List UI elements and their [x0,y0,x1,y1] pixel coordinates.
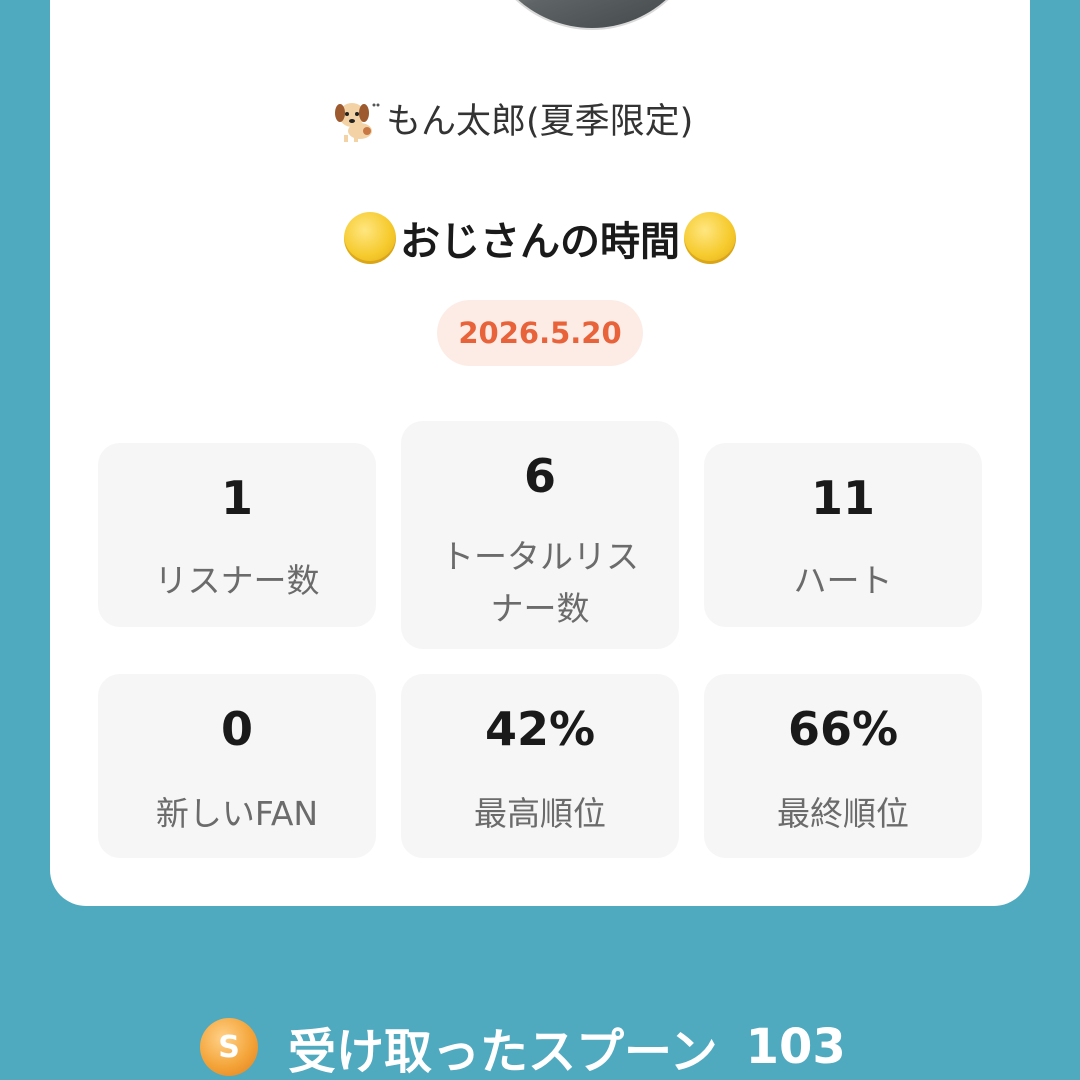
stat-final-rank: 66% 最終順位 [704,674,982,858]
stat-value: 0 [220,702,253,756]
stat-new-fans: 0 新しいFAN [98,674,376,858]
stat-listeners: 1 リスナー数 [98,443,376,627]
username-row: もん太郎(夏季限定) [330,88,693,148]
stat-value: 42% [484,702,596,756]
stat-total-listeners: 6 トータルリス ナー数 [401,421,679,649]
stat-label-line1: トータルリス [441,537,639,576]
spoon-coin-letter: S [218,1029,240,1065]
yellow-circle-icon [344,212,396,264]
username: もん太郎(夏季限定) [386,101,694,142]
spoon-coin-icon: S [200,1018,258,1076]
yellow-circle-icon [684,212,736,264]
stat-highest-rank: 42% 最高順位 [401,674,679,858]
stat-label: 最終順位 [777,794,909,833]
page: もん太郎(夏季限定) おじさんの時間 2026.5.20 1 リスナー数 6 ト… [0,0,1080,1080]
avatar-photo [479,0,705,30]
broadcast-title: おじさんの時間 [400,219,680,265]
broadcast-title-row: おじさんの時間 [0,206,1080,270]
stat-value: 6 [523,449,556,503]
stat-value: 11 [810,471,875,525]
broadcast-date-badge: 2026.5.20 [437,300,643,366]
received-spoons-label: 受け取ったスプーン [288,1024,718,1080]
received-spoons-row: S 受け取ったスプーン 103 [200,1012,846,1080]
stat-hearts: 11 ハート [704,443,982,627]
stat-value: 66% [787,702,899,756]
stat-label: 新しいFAN [155,794,319,833]
broadcast-date: 2026.5.20 [458,316,622,350]
stat-label: リスナー数 [154,561,320,600]
dog-emoji-icon [335,103,380,142]
stat-value: 1 [220,471,253,525]
stat-label: 最高順位 [474,794,606,833]
stat-label-line2: ナー数 [490,589,590,628]
received-spoons-count: 103 [745,1019,846,1075]
avatar[interactable] [475,0,709,34]
stat-label: ハート [793,561,893,600]
